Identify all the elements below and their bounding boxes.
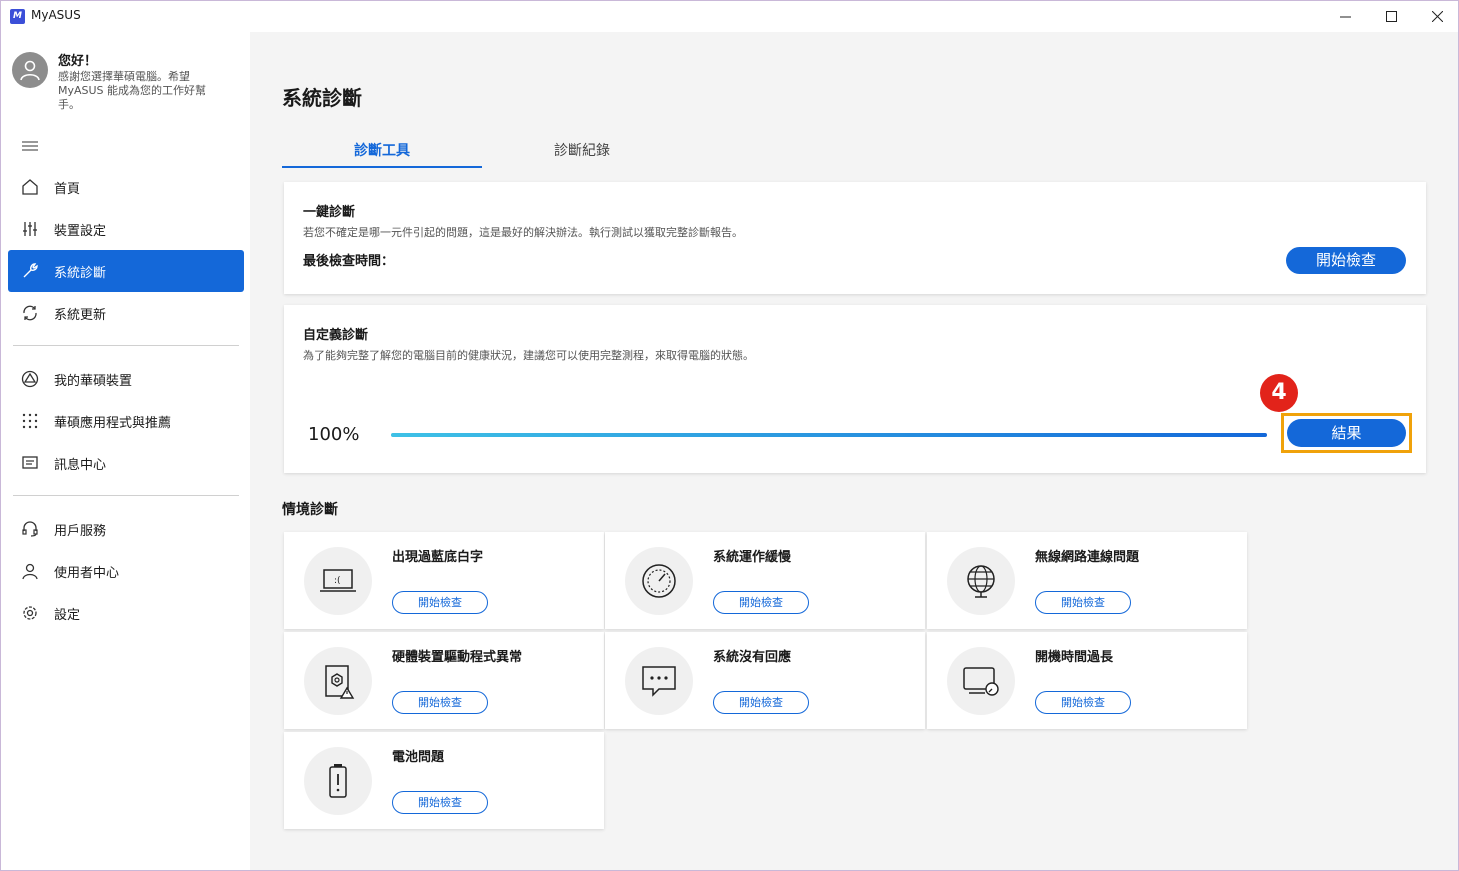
sidebar-item-device-settings[interactable]: 裝置設定	[8, 208, 244, 250]
scenario-card-wifi: 無線網路連線問題 開始檢查	[927, 532, 1247, 629]
scenario-title: 系統沒有回應	[713, 650, 792, 665]
driver-warning-icon	[304, 647, 372, 715]
message-icon	[20, 453, 40, 473]
user-icon	[20, 561, 40, 581]
chat-dots-icon	[625, 647, 693, 715]
globe-icon	[947, 547, 1015, 615]
page-title: 系統診斷	[282, 86, 362, 110]
myasus-window: M MyASUS 您好！ 感謝您選擇華碩電腦。希望 MyASUS 能成為您的工作…	[0, 0, 1459, 871]
sidebar-item-label: 使用者中心	[54, 565, 120, 581]
scenario-card-blue-screen: :( 出現過藍底白字 開始檢查	[284, 532, 604, 629]
menu-icon	[22, 141, 38, 151]
svg-text::(: :(	[334, 576, 341, 586]
sliders-icon	[20, 219, 40, 239]
sidebar-item-label: 訊息中心	[54, 457, 107, 473]
result-button[interactable]: 結果	[1287, 419, 1406, 447]
sidebar-item-message-center[interactable]: 訊息中心	[8, 442, 244, 484]
scenario-start-button[interactable]: 開始檢查	[392, 691, 488, 714]
monitor-clock-icon	[947, 647, 1015, 715]
apps-grid-icon	[20, 411, 40, 431]
headset-icon	[20, 519, 40, 539]
custom-diagnosis-card: 自定義診斷 為了能夠完整了解您的電腦目前的健康狀況，建議您可以使用完整測程，來取…	[284, 305, 1426, 473]
scenario-title: 系統運作緩慢	[713, 550, 792, 565]
minimize-icon	[1339, 16, 1351, 18]
scenario-start-button[interactable]: 開始檢查	[392, 591, 488, 614]
sidebar-item-my-asus-devices[interactable]: 我的華碩裝置	[8, 358, 244, 400]
scenario-start-button[interactable]: 開始檢查	[392, 791, 488, 814]
app-title: MyASUS	[31, 8, 81, 22]
sidebar-item-customer-service[interactable]: 用戶服務	[8, 508, 244, 550]
scenario-title: 無線網路連線問題	[1035, 550, 1140, 565]
sidebar-item-home[interactable]: 首頁	[8, 166, 244, 208]
sidebar-item-label: 華碩應用程式與推薦	[54, 415, 172, 431]
avatar[interactable]	[12, 52, 48, 88]
scenario-card-slow-system: 系統運作緩慢 開始檢查	[605, 532, 925, 629]
sidebar-item-label: 用戶服務	[54, 523, 107, 539]
scenario-card-battery: 電池問題 開始檢查	[284, 732, 604, 829]
sidebar-divider	[13, 345, 239, 346]
start-check-button[interactable]: 開始檢查	[1286, 247, 1406, 274]
scenario-start-button[interactable]: 開始檢查	[1035, 691, 1131, 714]
title-bar: M MyASUS	[1, 1, 1458, 32]
scenario-title: 出現過藍底白字	[392, 550, 484, 565]
scenario-card-driver: 硬體裝置驅動程式異常 開始檢查	[284, 632, 604, 729]
speedometer-icon	[625, 547, 693, 615]
scenario-card-no-response: 系統沒有回應 開始檢查	[605, 632, 925, 729]
user-avatar-icon	[20, 60, 40, 81]
main-content: 系統診斷 診斷工具 診斷紀錄 一鍵診斷 若您不確定是哪一元件引起的問題，這是最好…	[250, 32, 1458, 870]
gear-icon	[20, 603, 40, 623]
sidebar: 您好！ 感謝您選擇華碩電腦。希望 MyASUS 能成為您的工作好幫手。 首頁 裝…	[1, 32, 250, 870]
close-icon	[1431, 11, 1443, 22]
scenario-section-title: 情境診斷	[282, 502, 338, 518]
hamburger-menu-button[interactable]	[21, 138, 39, 152]
sidebar-item-system-diagnosis[interactable]: 系統診斷	[8, 250, 244, 292]
sidebar-item-settings[interactable]: 設定	[8, 592, 244, 634]
tab-diagnostic-records[interactable]: 診斷紀錄	[482, 140, 682, 168]
scenario-title: 開機時間過長	[1035, 650, 1114, 665]
scenario-start-button[interactable]: 開始檢查	[713, 591, 809, 614]
progress-bar	[391, 433, 1267, 437]
home-icon	[20, 177, 40, 197]
scenario-card-boot-time: 開機時間過長 開始檢查	[927, 632, 1247, 729]
one-click-diagnosis-card: 一鍵診斷 若您不確定是哪一元件引起的問題，這是最好的解決辦法。執行測試以獲取完整…	[284, 182, 1426, 294]
sidebar-item-label: 系統診斷	[54, 265, 107, 281]
greeting-title: 您好！	[58, 54, 98, 69]
scenario-title: 硬體裝置驅動程式異常	[392, 650, 523, 665]
sidebar-item-label: 系統更新	[54, 307, 107, 323]
card-description: 若您不確定是哪一元件引起的問題，這是最好的解決辦法。執行測試以獲取完整診斷報告。	[303, 226, 743, 239]
update-icon	[20, 303, 40, 323]
last-check-label: 最後檢查時間：	[303, 254, 395, 269]
close-button[interactable]	[1414, 1, 1458, 32]
progress-fill	[391, 433, 1267, 437]
sidebar-item-system-update[interactable]: 系統更新	[8, 292, 244, 334]
card-description: 為了能夠完整了解您的電腦目前的健康狀況，建議您可以使用完整測程，來取得電腦的狀態…	[303, 349, 754, 362]
sidebar-divider	[13, 495, 239, 496]
sidebar-item-label: 裝置設定	[54, 223, 107, 239]
maximize-icon	[1385, 11, 1397, 22]
scenario-start-button[interactable]: 開始檢查	[1035, 591, 1131, 614]
sidebar-item-label: 設定	[54, 607, 81, 623]
scenario-title: 電池問題	[392, 750, 445, 765]
sidebar-item-label: 首頁	[54, 181, 81, 197]
sidebar-item-label: 我的華碩裝置	[54, 373, 133, 389]
scenario-start-button[interactable]: 開始檢查	[713, 691, 809, 714]
sidebar-item-user-center[interactable]: 使用者中心	[8, 550, 244, 592]
battery-alert-icon	[304, 747, 372, 815]
tab-diagnostic-tools[interactable]: 診斷工具	[282, 140, 482, 168]
progress-percent: 100%	[308, 424, 360, 445]
devices-icon	[20, 369, 40, 389]
blue-screen-laptop-icon: :(	[304, 547, 372, 615]
greeting-text: 感謝您選擇華碩電腦。希望 MyASUS 能成為您的工作好幫手。	[58, 70, 207, 111]
card-title: 自定義診斷	[303, 328, 369, 343]
wrench-icon	[20, 261, 40, 281]
minimize-button[interactable]	[1322, 1, 1368, 32]
sidebar-item-asus-apps[interactable]: 華碩應用程式與推薦	[8, 400, 244, 442]
app-logo-icon: M	[10, 9, 25, 24]
step-badge: 4	[1260, 374, 1298, 412]
card-title: 一鍵診斷	[303, 205, 356, 220]
maximize-button[interactable]	[1368, 1, 1414, 32]
